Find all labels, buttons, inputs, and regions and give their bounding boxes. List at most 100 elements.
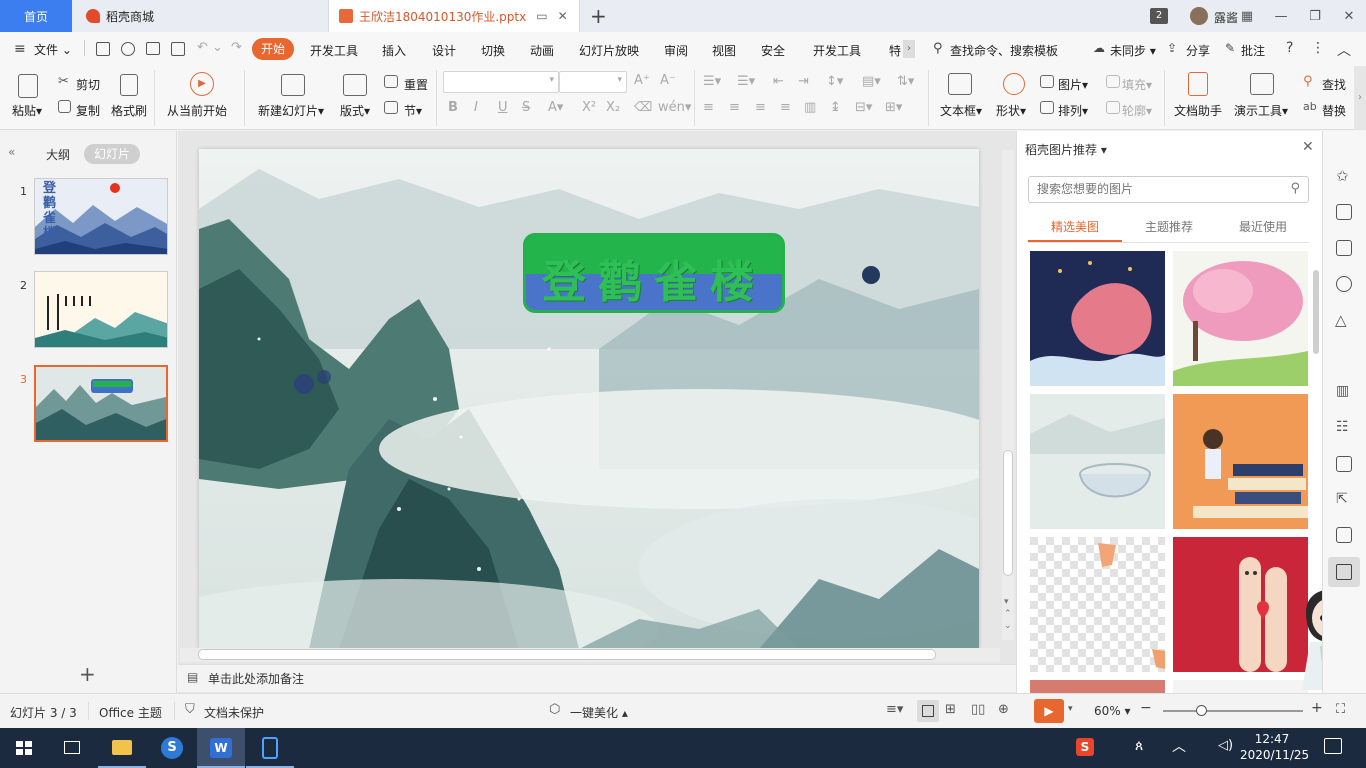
new-tab-button[interactable]: + [590, 4, 607, 28]
font-family-select[interactable]: ▾ [443, 71, 559, 93]
reset-button[interactable]: 重置 [404, 76, 428, 93]
command-search[interactable]: 查找命令、搜索模板 [950, 42, 1058, 59]
justify-icon[interactable]: ≡ [780, 100, 791, 115]
panel-scrollbar[interactable] [1313, 270, 1319, 354]
location-icon[interactable] [1336, 276, 1352, 292]
fit-window-icon[interactable]: ⛶ [1336, 702, 1345, 717]
file-explorer-button[interactable] [98, 728, 146, 768]
menu-item-insert[interactable]: 插入 [382, 42, 406, 59]
bold-icon[interactable]: B [448, 100, 458, 115]
present-tools-button[interactable]: 演示工具▾ [1234, 102, 1288, 119]
notes-page-icon[interactable]: ⊕ [998, 702, 1009, 717]
zoom-in-icon[interactable]: + [1311, 700, 1323, 716]
strikethrough-icon[interactable]: S [522, 100, 530, 115]
layout-icon[interactable] [343, 74, 367, 96]
subscript-icon[interactable]: X₂ [606, 100, 620, 115]
picture-panel-toggle[interactable] [1328, 557, 1360, 587]
share-icon[interactable]: ⇪ [1167, 41, 1177, 55]
search-icon[interactable]: ⚲ [933, 41, 943, 56]
font-size-select[interactable]: ▾ [559, 71, 627, 93]
system-clock[interactable]: 12:47 2020/11/25 [1240, 731, 1309, 763]
arrange-button[interactable]: 排列▾ [1058, 102, 1088, 119]
menu-item-design[interactable]: 设计 [432, 42, 456, 59]
menu-item-devtools[interactable]: 开发工具 [310, 42, 358, 59]
present-tools-icon[interactable] [1250, 73, 1274, 95]
tab-home[interactable]: 首页 [0, 0, 72, 32]
undo-icon[interactable]: ↶ ⌄ [197, 40, 223, 55]
slide-thumb-3[interactable] [34, 365, 168, 442]
slide-title[interactable]: 登鹳雀楼 [526, 246, 782, 310]
menu-item-view[interactable]: 视图 [712, 42, 736, 59]
collapse-panel-icon[interactable]: « [8, 145, 15, 159]
format-painter-icon[interactable] [120, 74, 138, 96]
ribbon-scroll-right-icon[interactable]: › [1354, 66, 1366, 130]
file-menu[interactable]: 文件 ⌄ [34, 41, 72, 58]
play-slideshow-button[interactable]: ▶ [1034, 699, 1064, 723]
replace-button[interactable]: 替换 [1322, 102, 1346, 119]
shape-button[interactable]: 形状▾ [996, 102, 1026, 119]
menu-item-transition[interactable]: 切换 [481, 42, 505, 59]
redo-icon[interactable]: ↷ [231, 40, 242, 55]
find-button[interactable]: 查找 [1322, 76, 1346, 93]
window-count-badge[interactable]: 2 [1150, 8, 1168, 24]
menu-item-start[interactable]: 开始 [252, 38, 294, 60]
decrease-indent-icon[interactable]: ⇤ [773, 74, 784, 89]
tab-docer-store[interactable]: 稻壳商城 [72, 0, 328, 32]
tab-document[interactable]: 王欣洁1804010130作业.pptx ▭ ✕ [328, 0, 580, 32]
doc-assistant-button[interactable]: 文档助手 [1174, 102, 1222, 119]
horizontal-scrollbar[interactable] [180, 648, 1000, 662]
doc-assistant-icon[interactable] [1188, 72, 1208, 96]
replace-icon[interactable]: ab [1303, 100, 1317, 113]
restore-icon[interactable]: ❐ [1298, 9, 1332, 24]
superscript-icon[interactable]: X² [582, 100, 596, 115]
image-tile[interactable] [1030, 394, 1165, 529]
zoom-out-icon[interactable]: − [1140, 700, 1152, 716]
picture-search-box[interactable]: ⚲ [1028, 176, 1309, 203]
picture-icon[interactable] [1040, 75, 1054, 88]
menu-item-animation[interactable]: 动画 [530, 42, 554, 59]
layout-button[interactable]: 版式▾ [340, 102, 370, 119]
italic-icon[interactable]: I [474, 100, 478, 115]
volume-icon[interactable]: ◁) [1218, 738, 1233, 753]
increase-font-icon[interactable]: A⁺ [634, 73, 650, 88]
new-slide-icon[interactable] [281, 74, 305, 96]
new-slide-button[interactable]: 新建幻灯片▾ [258, 102, 324, 119]
fill-button[interactable]: 填充▾ [1122, 76, 1152, 93]
tab-recent[interactable]: 最近使用 [1239, 218, 1287, 235]
phone-app-button[interactable] [246, 728, 294, 768]
underline-icon[interactable]: U [498, 100, 508, 115]
people-icon[interactable]: ጰ [1135, 738, 1143, 754]
protect-status[interactable]: 文档未保护 [204, 704, 264, 721]
textbox-icon[interactable] [948, 73, 972, 95]
menu-scroll-right-icon[interactable]: › [903, 40, 915, 58]
image-tile-partial[interactable] [1173, 680, 1308, 693]
tab-slides[interactable]: 幻灯片 [84, 144, 140, 164]
close-window-icon[interactable]: ✕ [1332, 9, 1366, 24]
smart-graphic-icon[interactable]: ⊞▾ [885, 100, 902, 115]
shape-icon[interactable] [1003, 73, 1025, 95]
notification-icon[interactable] [1324, 738, 1342, 754]
slide-title-box[interactable]: 登鹳雀楼 [523, 233, 785, 313]
paste-icon[interactable] [18, 74, 38, 98]
sogou-browser-button[interactable]: S [148, 728, 196, 768]
paste-button[interactable]: 粘贴▾ [12, 102, 42, 119]
outline-button[interactable]: 轮廓▾ [1122, 102, 1152, 119]
arrange-icon[interactable] [1040, 101, 1054, 114]
font-color-icon[interactable]: A▾ [548, 100, 563, 115]
slide-thumb-1[interactable]: 登鹳雀楼 [34, 178, 168, 255]
picture-search-input[interactable] [1037, 182, 1277, 196]
decrease-font-icon[interactable]: A⁻ [660, 73, 676, 88]
clear-format-icon[interactable]: ⌫ [634, 100, 652, 115]
theme-name[interactable]: Office 主题 [99, 704, 162, 721]
slideshow-dropdown-icon[interactable]: ▾ [1068, 704, 1073, 714]
reset-icon[interactable] [384, 75, 398, 88]
phonetic-icon[interactable]: wén▾ [658, 100, 691, 115]
tab-featured[interactable]: 精选美图 [1051, 218, 1099, 235]
copy-style-icon[interactable] [1336, 240, 1352, 256]
image-tile-partial[interactable] [1030, 680, 1165, 693]
comment-icon[interactable]: ✎ [1225, 41, 1235, 55]
help-icon[interactable]: ? [1286, 40, 1293, 56]
page-nav-icons[interactable]: ▾ ⌃ ⌄ [1004, 596, 1012, 632]
tab-themes[interactable]: 主题推荐 [1145, 218, 1193, 235]
save-icon[interactable] [96, 42, 110, 56]
